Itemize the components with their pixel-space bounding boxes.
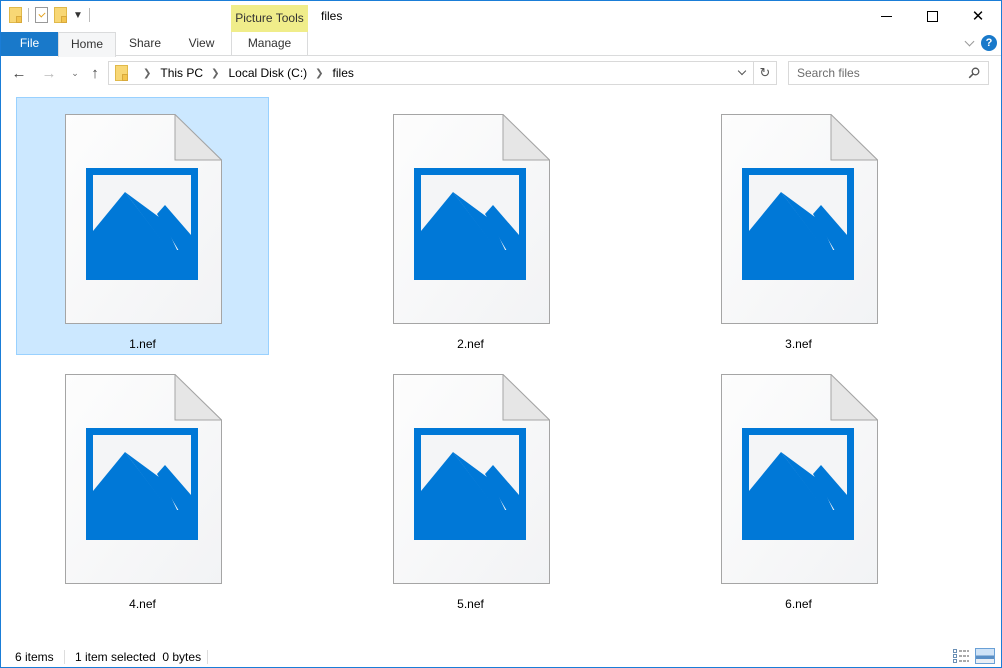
image-file-icon bbox=[721, 114, 878, 324]
chevron-down-icon: ⌄ bbox=[71, 67, 79, 78]
image-file-icon bbox=[393, 114, 550, 324]
search-icon[interactable] bbox=[968, 67, 980, 79]
file-item[interactable]: 4.nef bbox=[16, 357, 269, 615]
quick-access-toolbar: ▼ bbox=[9, 7, 90, 23]
search-box bbox=[788, 61, 989, 85]
close-icon: ✕ bbox=[971, 8, 985, 25]
file-name: 6.nef bbox=[785, 597, 812, 611]
breadcrumb-this-pc[interactable]: This PC bbox=[160, 66, 203, 80]
forward-button[interactable]: → bbox=[39, 63, 59, 83]
minimize-button[interactable] bbox=[863, 1, 909, 31]
qat-divider bbox=[28, 8, 29, 22]
picture-tools-context-label: Picture Tools bbox=[231, 5, 308, 32]
details-view-icon[interactable] bbox=[953, 649, 969, 663]
breadcrumb-chevron-icon[interactable]: ❯ bbox=[211, 68, 219, 79]
status-bar: 6 items 1 item selected 0 bytes bbox=[1, 645, 1001, 667]
new-folder-icon[interactable] bbox=[54, 7, 67, 23]
address-history-dropdown[interactable] bbox=[735, 65, 749, 81]
tab-file[interactable]: File bbox=[1, 32, 58, 56]
file-item[interactable]: 3.nef bbox=[672, 97, 925, 355]
help-icon[interactable]: ? bbox=[981, 35, 997, 51]
item-count: 6 items bbox=[15, 650, 54, 664]
status-divider bbox=[64, 650, 65, 664]
ribbon-right-controls: ? bbox=[964, 35, 997, 51]
close-button[interactable]: ✕ bbox=[955, 1, 1001, 31]
tab-share[interactable]: Share bbox=[119, 32, 171, 56]
chevron-down-icon bbox=[737, 66, 747, 76]
breadcrumb-chevron-icon[interactable]: ❯ bbox=[143, 68, 151, 79]
file-name: 2.nef bbox=[457, 337, 484, 351]
folder-icon bbox=[115, 65, 128, 81]
maximize-button[interactable] bbox=[909, 1, 955, 31]
selection-info: 1 item selected 0 bytes bbox=[75, 650, 202, 664]
file-list-view: 1.nef 2.nef 3.nef 4.nef 5.nef 6.nef bbox=[1, 91, 1001, 643]
file-item[interactable]: 5.nef bbox=[344, 357, 597, 615]
minimize-icon bbox=[880, 15, 892, 17]
image-file-icon bbox=[721, 374, 878, 584]
tab-manage[interactable]: Manage bbox=[231, 32, 308, 56]
image-file-icon bbox=[65, 374, 222, 584]
qat-divider bbox=[89, 8, 90, 22]
arrow-up-icon: ↑ bbox=[91, 64, 99, 82]
up-button[interactable]: ↑ bbox=[85, 63, 105, 83]
properties-check-icon[interactable] bbox=[35, 7, 48, 23]
file-name: 1.nef bbox=[129, 337, 156, 351]
ribbon-tabs: File Home Share View Manage ? bbox=[1, 32, 1001, 57]
view-mode-buttons bbox=[953, 648, 995, 664]
breadcrumb-files[interactable]: files bbox=[333, 66, 354, 80]
breadcrumb-local-disk[interactable]: Local Disk (C:) bbox=[228, 66, 307, 80]
file-item[interactable]: 2.nef bbox=[344, 97, 597, 355]
refresh-button[interactable]: ↻ bbox=[754, 61, 777, 85]
address-bar[interactable]: ❯ This PC ❯ Local Disk (C:) ❯ files bbox=[108, 61, 754, 85]
navigation-bar: ← → ⌄ ↑ ❯ This PC ❯ Local Disk (C:) ❯ fi… bbox=[1, 57, 1001, 89]
folder-icon[interactable] bbox=[9, 7, 22, 23]
recent-locations-button[interactable]: ⌄ bbox=[65, 63, 85, 83]
status-divider bbox=[207, 650, 208, 664]
large-icons-view-icon[interactable] bbox=[975, 648, 995, 664]
arrow-right-icon: → bbox=[41, 64, 57, 82]
tab-home[interactable]: Home bbox=[58, 32, 116, 57]
explorer-window: ▼ Picture Tools files ✕ File Home Share … bbox=[0, 0, 1002, 668]
arrow-left-icon: ← bbox=[11, 64, 27, 82]
breadcrumb: ❯ This PC ❯ Local Disk (C:) ❯ files bbox=[135, 62, 354, 84]
file-name: 3.nef bbox=[785, 337, 812, 351]
title-bar: ▼ Picture Tools files ✕ bbox=[1, 1, 1001, 33]
tab-view[interactable]: View bbox=[174, 32, 229, 56]
breadcrumb-chevron-icon[interactable]: ❯ bbox=[315, 68, 323, 79]
search-input[interactable] bbox=[797, 66, 957, 80]
file-item[interactable]: 1.nef bbox=[16, 97, 269, 355]
refresh-icon: ↻ bbox=[759, 65, 771, 80]
back-button[interactable]: ← bbox=[9, 63, 29, 83]
customize-dropdown-icon[interactable]: ▼ bbox=[73, 10, 83, 21]
file-item[interactable]: 6.nef bbox=[672, 357, 925, 615]
file-name: 5.nef bbox=[457, 597, 484, 611]
maximize-icon bbox=[926, 10, 938, 22]
image-file-icon bbox=[393, 374, 550, 584]
image-file-icon bbox=[65, 114, 222, 324]
window-title: files bbox=[321, 9, 343, 23]
file-name: 4.nef bbox=[129, 597, 156, 611]
expand-ribbon-icon[interactable] bbox=[964, 36, 975, 46]
